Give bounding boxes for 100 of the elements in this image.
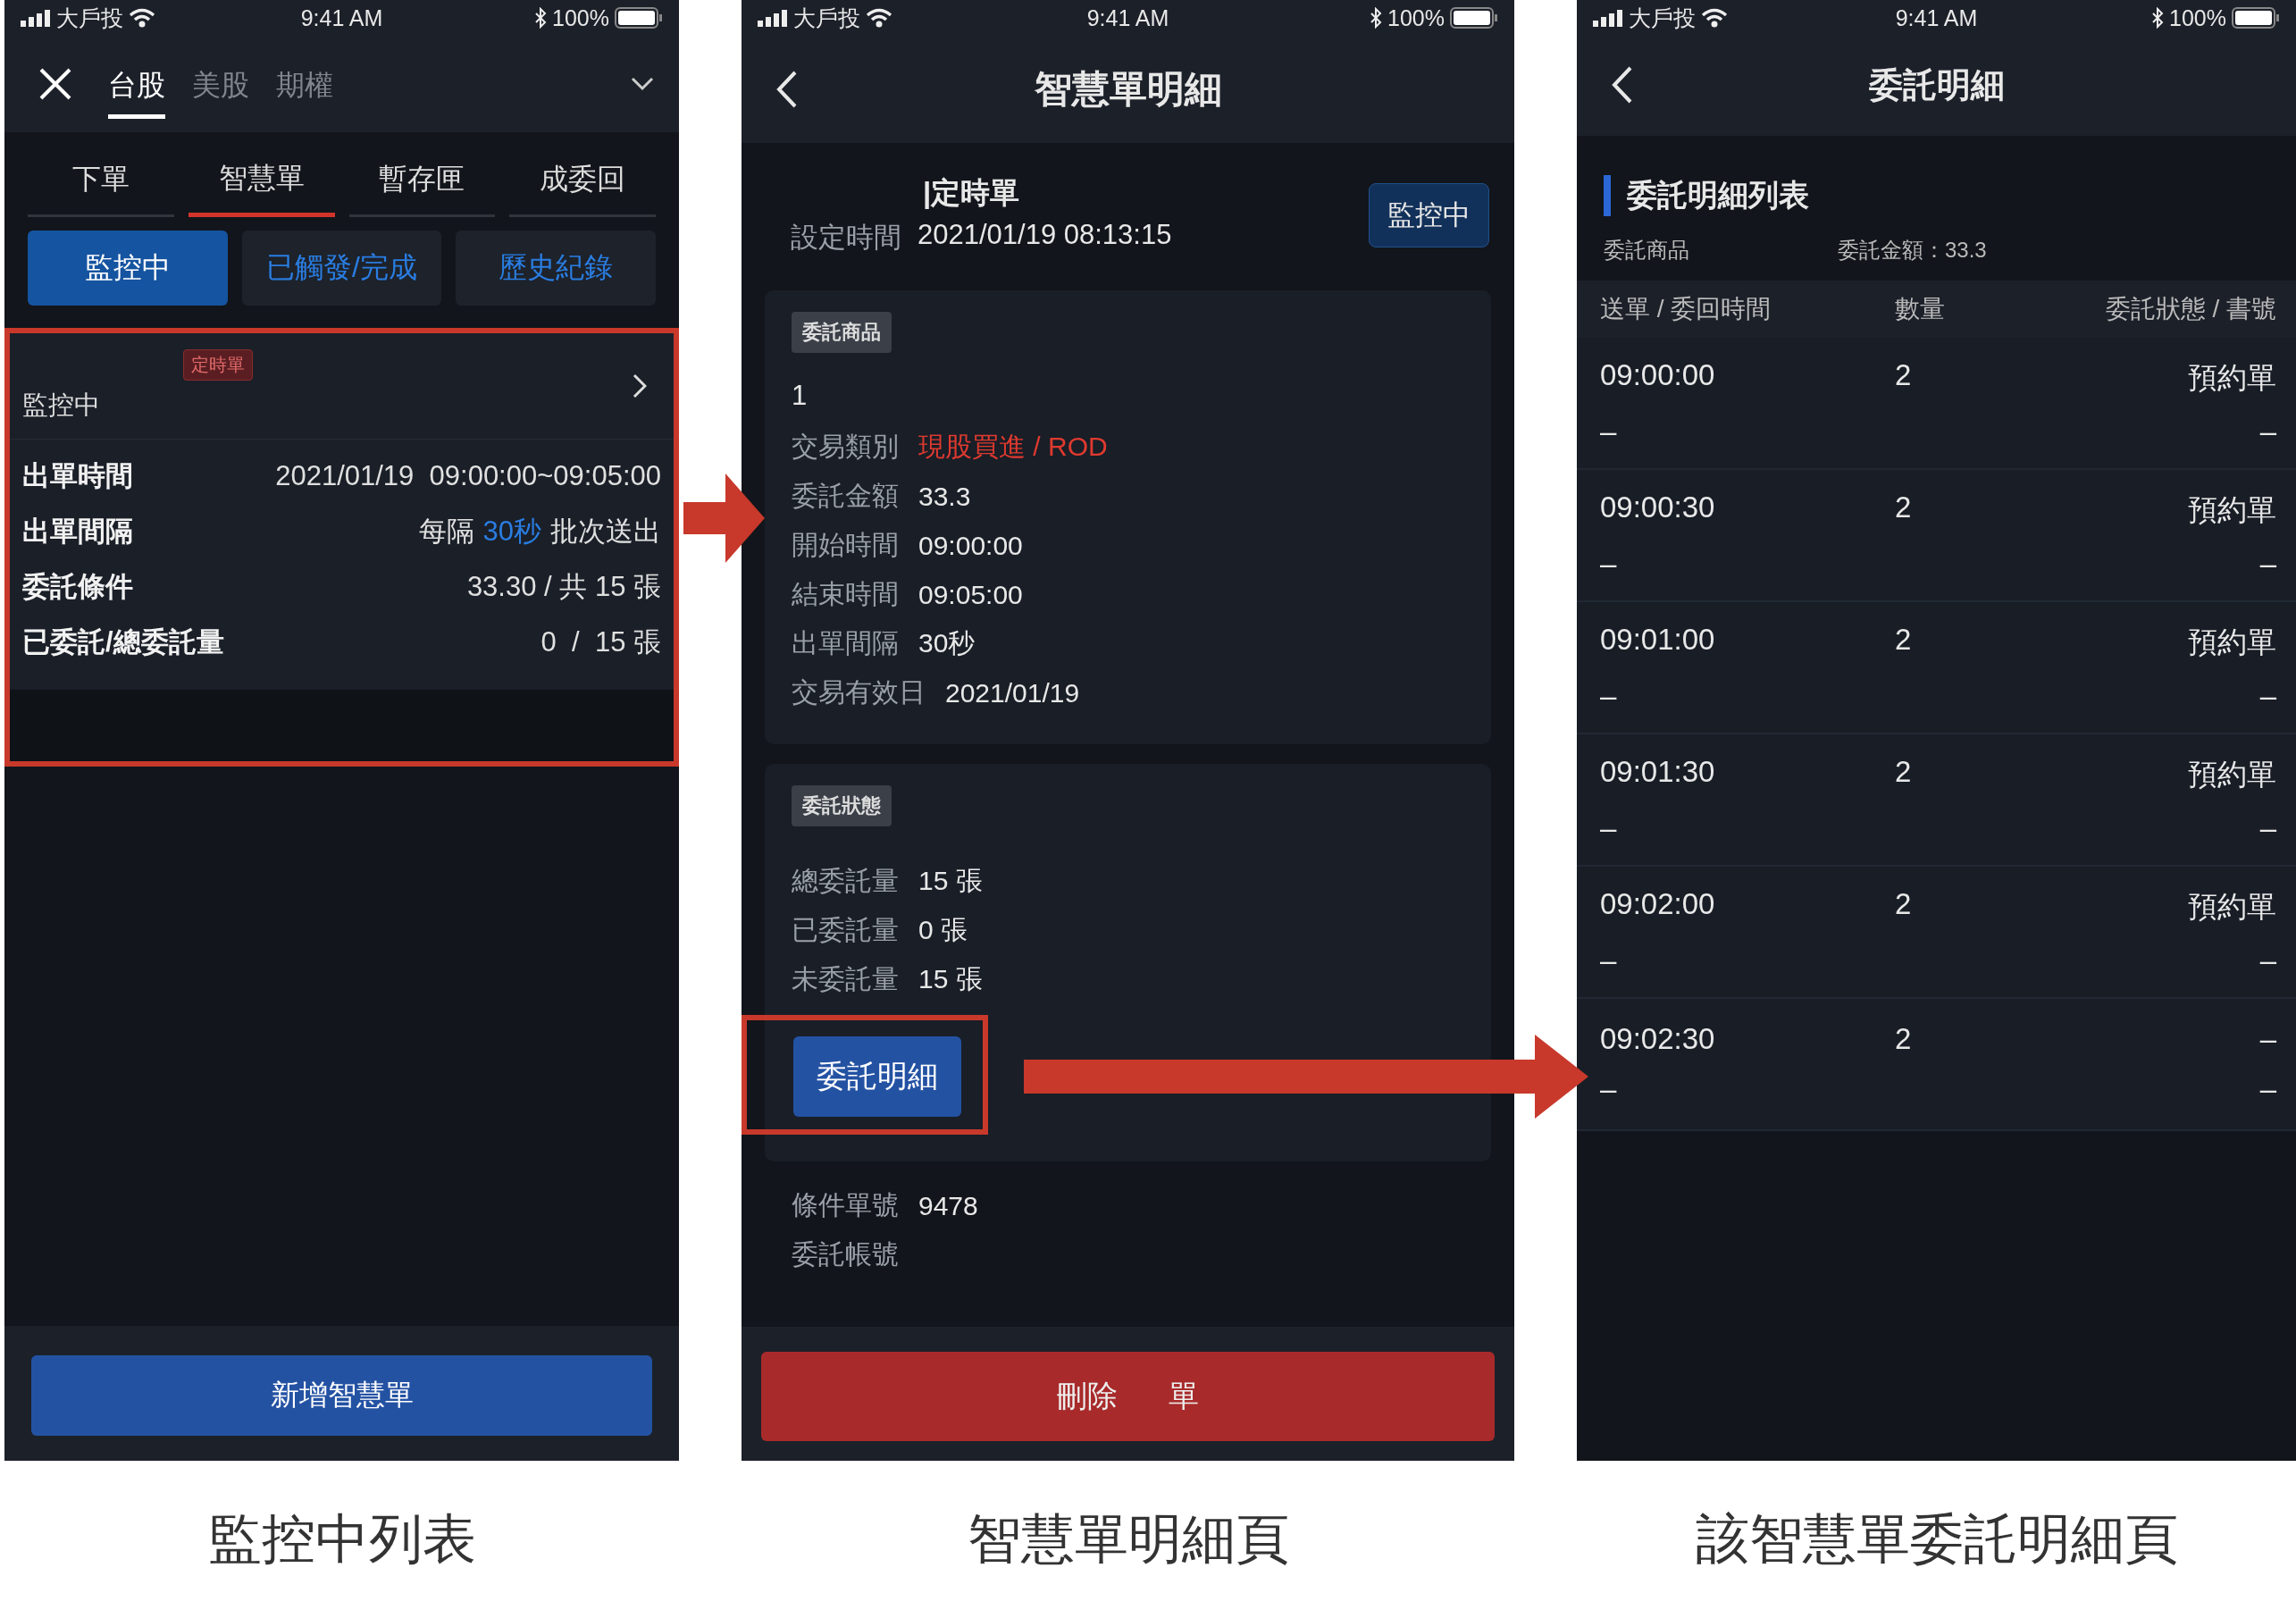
field-label: 交易有效日: [792, 676, 926, 708]
signal-icon: [1593, 9, 1623, 27]
table-cell-text: 2: [1895, 357, 1913, 393]
table-cell-text: 09:00:30: [1600, 490, 1716, 525]
chevron-right-icon: [633, 373, 647, 398]
order-type: |定時單: [923, 175, 1021, 211]
page-title: 智慧單明細: [1034, 68, 1222, 110]
column-header: 送單 / 委回時間: [1600, 294, 1772, 324]
order-card[interactable]: 定時單 監控中 出單時間 2021/01/19 09:00:00~09:05:00 出單間隔 每隔 30秒 批次送出 委託條件 33.30 / 共 15 張 已委託/總委託量 0 / 15 張: [10, 333, 674, 690]
clock-time: 9:41 AM: [1895, 4, 1978, 30]
order-status: 監控中: [22, 389, 101, 421]
field-label: 出單時間: [22, 459, 133, 493]
bluetooth-icon: [2151, 7, 2165, 29]
order-tab[interactable]: 暫存匣: [348, 132, 496, 217]
table-cell-text: –: [2258, 810, 2276, 845]
close-icon[interactable]: [38, 67, 72, 101]
page-title: 委託明細: [1868, 65, 2005, 104]
battery-icon: [615, 7, 663, 29]
table-cell-text: 2: [1895, 490, 1913, 525]
table-cell-text: 2: [1895, 886, 1913, 922]
clock-time: 9:41 AM: [1086, 4, 1169, 30]
order-tab[interactable]: 成委回: [509, 132, 656, 217]
order-row[interactable]: 09:02:00 2 預約單 – –: [1577, 867, 2296, 999]
delete-button[interactable]: 刪除 單: [761, 1352, 1495, 1441]
field-label: 未委託量: [792, 963, 899, 995]
filter-button[interactable]: 歷史紀錄: [456, 231, 656, 306]
field-value: 33.30 / 共 15 張: [466, 570, 661, 604]
signal-icon: [21, 9, 51, 27]
bluetooth-icon: [1370, 7, 1383, 29]
order-tab[interactable]: 智慧單: [188, 132, 335, 217]
wifi-icon: [129, 8, 155, 28]
wifi-icon: [1701, 8, 1728, 28]
table-cell-text: –: [2258, 546, 2276, 581]
table-cell-text: –: [1600, 810, 1618, 845]
table-cell-text: 預約單: [2188, 624, 2276, 660]
battery-icon: [2232, 7, 2280, 29]
field-value: 每隔 30秒 批次送出: [418, 515, 661, 549]
table-cell-text: 09:01:00: [1600, 622, 1716, 658]
filter-button[interactable]: 已觸發/完成: [241, 231, 442, 306]
amount-text: 委託金額：33.3: [1838, 237, 1987, 264]
table-cell-text: –: [1600, 943, 1618, 977]
field-value: 15 張: [918, 963, 983, 995]
order-row[interactable]: 09:00:30 2 預約單 – –: [1577, 470, 2296, 602]
screen-caption: 智慧單明細頁: [967, 1508, 1289, 1571]
add-order-button[interactable]: 新增智慧單: [31, 1355, 652, 1436]
table-cell-text: –: [1600, 678, 1618, 713]
section-tag: 委託商品: [792, 312, 892, 353]
filter-button[interactable]: 監控中: [28, 231, 228, 306]
order-tab[interactable]: 下單: [28, 132, 174, 217]
table-cell-text: 09:00:00: [1600, 357, 1716, 393]
table-cell-text: –: [1600, 546, 1618, 581]
accent-bar-icon: [1604, 175, 1611, 216]
order-row[interactable]: 09:01:00 2 預約單 – –: [1577, 602, 2296, 734]
screen-caption: 該智慧單委託明細頁: [1695, 1508, 2178, 1571]
order-row[interactable]: 09:02:30 2 – – –: [1577, 999, 2296, 1131]
chevron-down-icon[interactable]: [631, 77, 654, 91]
field-value: 2021/01/19 08:13:15: [918, 219, 1172, 252]
product-code: 1: [792, 380, 808, 411]
market-tab[interactable]: 美股: [192, 49, 249, 119]
field-label: 結束時間: [792, 578, 899, 610]
section-title: 委託明細列表: [1627, 177, 1809, 214]
field-value: 30秒: [918, 627, 976, 659]
table-cell-text: 預約單: [2188, 756, 2276, 792]
field-value: 0 / 15 張: [540, 625, 661, 659]
field-value: 2021/01/19: [945, 677, 1080, 708]
field-label: 已委託/總委託量: [22, 625, 224, 659]
field-value: 09:05:00: [918, 579, 1023, 610]
carrier-name: 大戶投: [1629, 4, 1696, 32]
field-label: 設定時間: [791, 221, 901, 255]
section-tag: 委託狀態: [792, 785, 892, 826]
carrier-name: 大戶投: [56, 4, 123, 32]
back-icon[interactable]: [775, 70, 799, 109]
battery-percent: 100%: [1387, 4, 1445, 31]
order-row[interactable]: 09:01:30 2 預約單 – –: [1577, 734, 2296, 867]
field-value: 0 張: [918, 914, 968, 946]
field-label: 委託帳號: [792, 1238, 899, 1270]
table-cell-text: –: [1600, 1072, 1618, 1106]
field-label: 委託金額: [792, 480, 899, 512]
back-icon[interactable]: [1611, 65, 1634, 105]
table-cell-text: 2: [1895, 754, 1913, 790]
table-cell-text: 09:01:30: [1600, 754, 1716, 790]
table-cell-text: 2: [1895, 1022, 1913, 1056]
field-value: 15 張: [918, 865, 983, 897]
order-type-badge: 定時單: [183, 348, 253, 381]
market-tab[interactable]: 台股: [108, 49, 165, 119]
market-tab[interactable]: 期權: [276, 49, 333, 119]
table-cell-text: –: [2258, 414, 2276, 449]
table-cell-text: 09:02:30: [1600, 1022, 1716, 1056]
field-label: 交易類別: [792, 431, 899, 463]
order-row[interactable]: 09:00:00 2 預約單 – –: [1577, 338, 2296, 470]
product-label: 委託商品: [1604, 237, 1690, 264]
field-label: 出單間隔: [792, 627, 899, 659]
field-label: 委託條件: [22, 570, 133, 604]
battery-icon: [1450, 7, 1498, 29]
table-cell-text: 09:02:00: [1600, 886, 1716, 922]
order-details-button[interactable]: 委託明細: [793, 1036, 961, 1117]
wifi-icon: [866, 8, 892, 28]
column-header: 委託狀態 / 書號: [2105, 294, 2276, 324]
field-label: 已委託量: [792, 914, 899, 946]
status-badge: 監控中: [1369, 182, 1489, 247]
